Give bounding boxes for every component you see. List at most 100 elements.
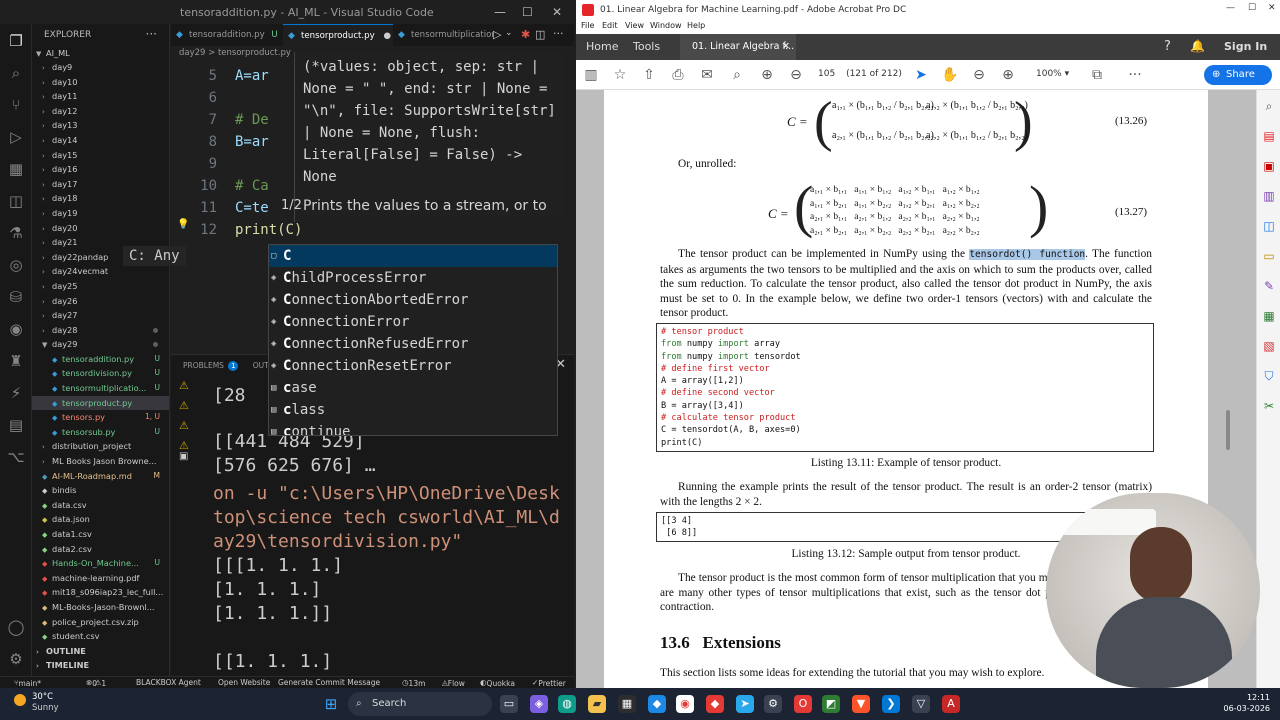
close-icon[interactable]: ✕: [1268, 3, 1276, 13]
flow-icon[interactable]: ⚡: [7, 384, 25, 402]
status-blackbox[interactable]: BLACKBOX Agent: [136, 678, 201, 687]
outline-section[interactable]: › OUTLINE: [32, 644, 169, 659]
status-time[interactable]: ◷ 13m: [402, 678, 425, 688]
bot-icon[interactable]: ◉: [7, 320, 25, 338]
file-item[interactable]: ◆ Hands-On_Machine... U: [32, 556, 169, 571]
tab-tensoraddition[interactable]: ◆ tensoraddition.py U: [171, 24, 283, 46]
file-item[interactable]: ◆ AI-ML-Roadmap.md M: [32, 469, 169, 484]
chrome-icon[interactable]: ◉: [676, 695, 694, 713]
status-flow[interactable]: ◬ Flow: [442, 678, 465, 688]
email-icon[interactable]: ✉: [698, 66, 716, 84]
code-line[interactable]: A=ar: [235, 68, 269, 84]
save-icon[interactable]: ▥: [582, 66, 600, 84]
zoom-select[interactable]: 100% ▾: [1036, 69, 1069, 79]
testing-icon[interactable]: ⚗: [7, 224, 25, 242]
file-item[interactable]: ◆ data1.csv: [32, 527, 169, 542]
folder-item[interactable]: › day19: [32, 206, 169, 221]
nav-home[interactable]: Home: [586, 40, 618, 53]
more-actions-icon[interactable]: ···: [146, 27, 157, 41]
folder-item[interactable]: ▼ day29: [32, 337, 169, 352]
explorer-icon[interactable]: ❐: [7, 32, 25, 50]
tab-tensormultiplication[interactable]: ◆ tensormultiplicatior: [393, 24, 493, 46]
app-green-icon[interactable]: ◩: [822, 695, 840, 713]
branch-icon[interactable]: ⌥: [7, 448, 25, 466]
zoom-search-icon[interactable]: ⌕: [728, 66, 746, 84]
task-view-icon[interactable]: ▭: [500, 695, 518, 713]
maximize-icon[interactable]: ☐: [1248, 3, 1256, 13]
suggestion-item[interactable]: ▤ continue: [269, 421, 557, 435]
suggestion-item[interactable]: ◈ ConnectionError: [269, 311, 557, 333]
code-line[interactable]: # De: [235, 112, 269, 128]
folder-item[interactable]: › day11: [32, 89, 169, 104]
database-icon[interactable]: ⛁: [7, 288, 25, 306]
folder-item[interactable]: › day10: [32, 75, 169, 90]
notifications-icon[interactable]: 🔔: [1190, 39, 1205, 53]
menu-view[interactable]: View: [625, 21, 644, 30]
suggestion-item[interactable]: ▤ class: [269, 399, 557, 421]
file-item[interactable]: ◆ bindis: [32, 483, 169, 498]
acrobat-taskbar-icon[interactable]: A: [942, 695, 960, 713]
brave-icon[interactable]: ▼: [852, 695, 870, 713]
share-button[interactable]: ⊕ Share: [1204, 65, 1272, 85]
hover-page[interactable]: 1/2: [281, 198, 302, 213]
folder-item[interactable]: › day15: [32, 148, 169, 163]
vscode-taskbar-icon[interactable]: ❯: [882, 695, 900, 713]
folder-item[interactable]: › day24vecmat: [32, 264, 169, 279]
opera-icon[interactable]: O: [794, 695, 812, 713]
taskbar-search[interactable]: ⌕ Search: [348, 692, 492, 716]
status-problems[interactable]: ⊗ 0 ⚠ 1: [86, 678, 106, 688]
scrollbar-thumb[interactable]: [1226, 410, 1230, 450]
more-tools-icon[interactable]: ✂: [1261, 398, 1277, 414]
file-item[interactable]: ◆ tensordivision.py U: [32, 366, 169, 381]
copilot-icon[interactable]: ◎: [7, 256, 25, 274]
folder-item[interactable]: › day26: [32, 294, 169, 309]
file-item[interactable]: ◆ tensorsub.py U: [32, 425, 169, 440]
page-number-input[interactable]: 105: [818, 69, 835, 79]
hand-tool-icon[interactable]: ✋: [941, 66, 959, 84]
panel-icon[interactable]: ▤: [7, 416, 25, 434]
graph-icon[interactable]: ♜: [7, 352, 25, 370]
suggestion-item[interactable]: ▢ C: [269, 245, 557, 267]
more-actions-icon[interactable]: ···: [553, 27, 564, 40]
file-item[interactable]: ◆ data2.csv: [32, 542, 169, 557]
edge-icon[interactable]: ◍: [558, 695, 576, 713]
breadcrumb[interactable]: day29 > tensorproduct.py: [179, 48, 291, 58]
suggestion-item[interactable]: ◈ ChildProcessError: [269, 267, 557, 289]
menu-edit[interactable]: Edit: [602, 21, 618, 30]
folder-item[interactable]: › day14: [32, 133, 169, 148]
folder-item[interactable]: › ML Books Jason Browne...: [32, 454, 169, 469]
python-app-icon[interactable]: ◆: [648, 695, 666, 713]
fit-page-icon[interactable]: ⧉: [1088, 66, 1106, 84]
bookmark-star-icon[interactable]: ☆: [611, 66, 629, 84]
lightbulb-icon[interactable]: 💡: [177, 219, 189, 230]
zoom-tool-icon[interactable]: ⌕: [1261, 98, 1277, 114]
menu-file[interactable]: File: [581, 21, 594, 30]
folder-item[interactable]: › day27: [32, 308, 169, 323]
edit-pdf-icon[interactable]: ▥: [1261, 188, 1277, 204]
root-folder[interactable]: ▼ AI_ML: [32, 46, 169, 61]
protect-icon[interactable]: ⛉: [1261, 368, 1277, 384]
code-line[interactable]: # Ca: [235, 178, 269, 194]
debug-icon[interactable]: ✱: [521, 28, 530, 41]
sign-in-link[interactable]: Sign In: [1224, 40, 1267, 53]
menu-help[interactable]: Help: [687, 21, 705, 30]
file-item[interactable]: ◆ student.csv: [32, 629, 169, 644]
folder-item[interactable]: › day17: [32, 177, 169, 192]
upload-icon[interactable]: ⇧: [640, 66, 658, 84]
close-tab-icon[interactable]: ✕: [782, 34, 790, 60]
folder-item[interactable]: › day28: [32, 323, 169, 338]
folder-item[interactable]: › day13: [32, 118, 169, 133]
code-line[interactable]: print(C): [235, 222, 302, 238]
file-item[interactable]: ◆ data.csv: [32, 498, 169, 513]
split-editor-icon[interactable]: ◫: [535, 28, 545, 41]
terminal-icon[interactable]: ▣: [179, 451, 188, 462]
settings-gear-icon[interactable]: ⚙: [7, 650, 25, 668]
nav-tools[interactable]: Tools: [633, 40, 660, 53]
status-quokka[interactable]: ◐ Quokka: [480, 678, 515, 688]
weather-widget[interactable]: 30°C Sunny: [14, 692, 59, 714]
folder-item[interactable]: › day18: [32, 191, 169, 206]
page-up-icon[interactable]: ⊕: [758, 66, 776, 84]
folder-item[interactable]: › day16: [32, 162, 169, 177]
folder-item[interactable]: › day25: [32, 279, 169, 294]
run-icon[interactable]: ▷: [493, 28, 501, 41]
